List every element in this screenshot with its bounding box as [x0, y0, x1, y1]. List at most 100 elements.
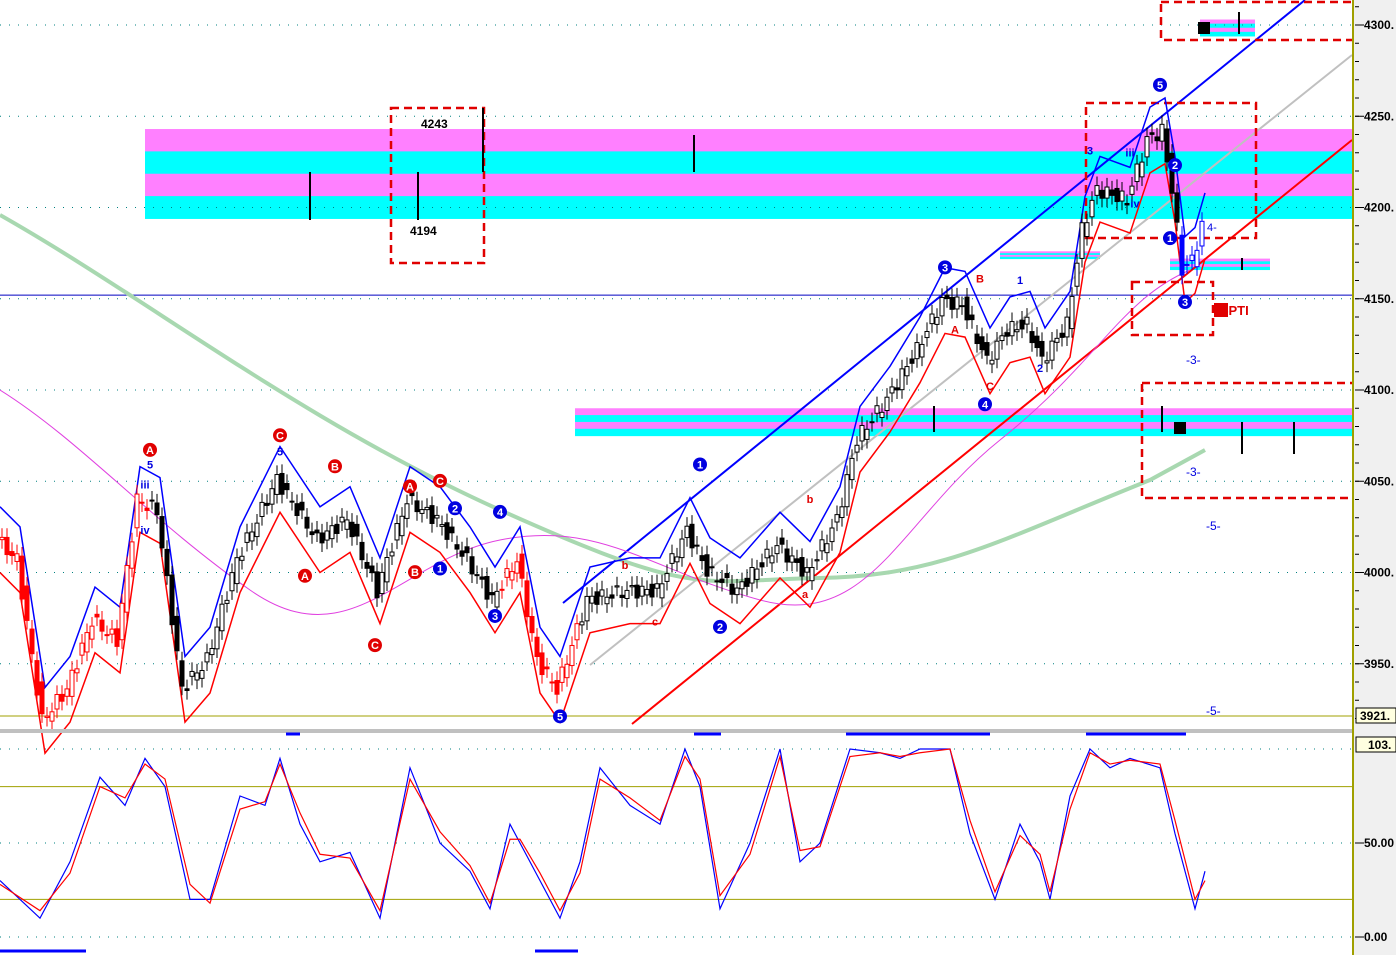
candle-body — [684, 525, 690, 539]
candle-body — [329, 525, 335, 540]
candle-body — [599, 589, 605, 597]
candle-body — [434, 514, 440, 519]
axis-tick-label: 4000. — [1364, 566, 1394, 580]
candle-body — [1154, 136, 1160, 142]
wave-label: C — [371, 640, 379, 652]
candle-body — [309, 531, 315, 536]
wave-label: A — [406, 481, 414, 493]
candle-body — [559, 666, 565, 683]
candle-body — [589, 595, 595, 604]
candle-body — [759, 562, 765, 568]
candle-body — [89, 625, 95, 640]
axis-tick-label: 4150. — [1364, 292, 1394, 306]
candle-body — [904, 366, 910, 377]
candle-body — [969, 314, 975, 321]
candle-body — [754, 568, 760, 580]
candle-body — [944, 294, 950, 300]
candle-body — [584, 595, 590, 622]
candle-body — [1024, 316, 1030, 325]
candle-body — [394, 523, 400, 541]
candle-body — [154, 502, 160, 516]
candle-body — [539, 652, 545, 676]
candle-body — [1184, 263, 1190, 266]
candle-body — [29, 628, 35, 655]
candle-body — [1084, 222, 1090, 237]
zone-block — [1174, 422, 1186, 434]
candle-body — [654, 583, 660, 589]
candle-body — [249, 531, 255, 542]
candle-body — [79, 642, 85, 656]
candle-body — [1064, 316, 1070, 338]
candle-body — [1094, 185, 1100, 196]
candle-body — [354, 523, 360, 537]
projection-minus5-b: -5- — [1206, 704, 1221, 718]
wave-label: 3 — [942, 262, 948, 274]
candle-body — [1039, 340, 1045, 357]
candle-body — [129, 541, 135, 569]
candle-body — [594, 591, 600, 605]
candle-body — [564, 663, 570, 679]
candle-body — [534, 636, 540, 658]
candle-body — [514, 561, 520, 574]
candle-body — [469, 556, 475, 575]
projection-minus3-a: -3- — [1186, 353, 1201, 367]
candle-body — [24, 585, 30, 621]
candle-body — [424, 506, 430, 511]
candle-body — [949, 296, 955, 310]
candle-body — [644, 588, 650, 596]
candle-body — [74, 668, 80, 674]
candle-body — [679, 538, 685, 559]
candle-body — [264, 502, 270, 506]
wave-label: A — [951, 324, 959, 336]
candle-body — [384, 556, 390, 583]
candle-body — [789, 555, 795, 563]
wave-label: 4 — [497, 507, 504, 519]
candle-body — [269, 488, 275, 505]
candle-body — [664, 573, 670, 582]
y-axis[interactable]: 4300. 4250. 4200. 4150. 4100. 4050. 4000. 3950.… — [1352, 0, 1396, 955]
candle-body — [864, 428, 870, 440]
candle-body — [1114, 187, 1120, 203]
wave-label: 3 — [1182, 297, 1188, 309]
wave-label: 2 — [1172, 160, 1178, 172]
wave-label: 2 — [452, 503, 458, 515]
last-price-label: 3921. — [1360, 709, 1390, 723]
candle-body — [649, 583, 655, 598]
candle-body — [839, 506, 845, 519]
candle-body — [834, 514, 840, 523]
candle-body — [714, 580, 720, 583]
wave-label: 5 — [147, 459, 153, 471]
candle-body — [704, 554, 710, 577]
candle-body — [209, 648, 215, 656]
candle-body — [1164, 128, 1170, 163]
candle-body — [144, 507, 150, 511]
zone-block — [1198, 22, 1210, 34]
candle-body — [369, 565, 375, 574]
candle-body — [819, 539, 825, 552]
candle-body — [989, 359, 995, 365]
candle-body — [874, 405, 880, 414]
candle-body — [794, 558, 800, 563]
candle-body — [124, 565, 130, 613]
projection-minus5-a: -5- — [1206, 519, 1221, 533]
axis-tick-label: 4200. — [1364, 201, 1394, 215]
candle-body — [404, 503, 410, 519]
wave-label: 3 — [492, 611, 498, 623]
candle-body — [259, 501, 265, 517]
candle-body — [634, 584, 640, 599]
candle-body — [1134, 163, 1140, 183]
candle-body — [39, 681, 45, 715]
candle-body — [489, 592, 495, 596]
candle-body — [274, 474, 280, 495]
oscillator-k-line — [0, 747, 1206, 921]
osc-axis-label: 0.00 — [1364, 930, 1388, 944]
candle-body — [219, 603, 225, 632]
candle-body — [334, 523, 340, 534]
zone-label-low: 4194 — [410, 224, 437, 238]
candle-body — [344, 519, 350, 530]
candle-body — [1089, 199, 1095, 218]
candle-body — [689, 523, 695, 549]
candle-body — [159, 516, 165, 549]
wave-label: 5 — [277, 447, 283, 459]
axis-tick-label: 4050. — [1364, 474, 1394, 488]
